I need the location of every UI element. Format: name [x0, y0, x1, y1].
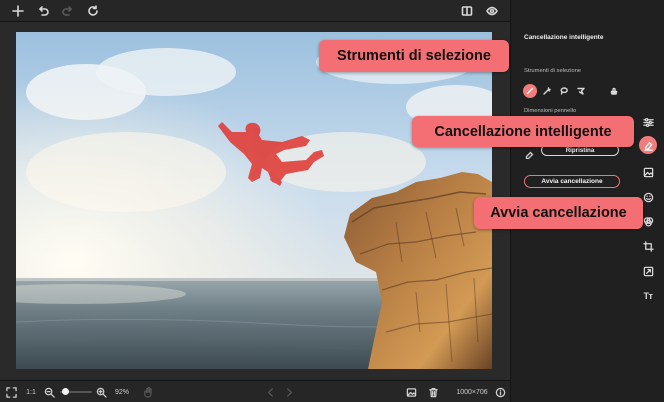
magic-wand-tool-button[interactable] — [540, 84, 554, 98]
polygon-lasso-tool-button[interactable] — [574, 84, 588, 98]
zoom-slider-knob[interactable] — [62, 388, 69, 395]
next-image-button[interactable] — [283, 384, 295, 400]
next-arrow-icon — [286, 387, 292, 397]
refresh-icon — [88, 5, 98, 16]
redo-button[interactable] — [59, 2, 77, 20]
cliff-jump-photo — [16, 32, 492, 369]
hand-icon — [143, 386, 152, 398]
eye-icon — [486, 6, 498, 16]
image-icon — [406, 387, 416, 397]
stamp-icon — [610, 87, 618, 95]
panel-title: Cancellazione intelligente — [524, 34, 604, 41]
smiley-icon — [643, 192, 653, 202]
magic-wand-icon — [543, 87, 551, 95]
sliders-icon — [642, 117, 654, 127]
zoom-out-button[interactable] — [43, 384, 55, 400]
bottom-toolbar: 1:1 92% 1000×706 — [0, 380, 510, 402]
text-tool-button[interactable]: Tт — [639, 287, 657, 305]
brush-icon — [526, 87, 534, 95]
info-button[interactable] — [494, 384, 506, 400]
zoom-in-icon — [96, 387, 107, 398]
eraser-small-icon — [525, 146, 534, 160]
callout-selection-tools-text: Strumenti di selezione — [337, 48, 491, 64]
canvas-area[interactable] — [0, 22, 510, 380]
polygon-lasso-icon — [577, 87, 585, 95]
pan-button[interactable] — [141, 384, 155, 400]
callout-start-erase: Avvia cancellazione — [474, 197, 643, 229]
fullscreen-icon — [5, 386, 17, 398]
prev-arrow-icon — [267, 387, 273, 397]
trash-icon — [428, 387, 438, 397]
zoom-out-icon — [44, 387, 55, 398]
adjust-tool-button[interactable] — [639, 113, 657, 131]
eraser-icon — [643, 141, 653, 151]
overlap-circles-icon — [643, 216, 653, 227]
compare-button[interactable] — [458, 2, 476, 20]
compare-icon — [461, 6, 473, 16]
callout-smart-erase: Cancellazione intelligente — [412, 116, 634, 147]
add-button[interactable] — [9, 2, 27, 20]
callout-smart-erase-text: Cancellazione intelligente — [434, 123, 612, 140]
callout-start-erase-text: Avvia cancellazione — [490, 205, 627, 221]
resize-icon — [643, 266, 653, 276]
undo-button[interactable] — [34, 2, 52, 20]
edited-photo[interactable] — [16, 32, 492, 369]
text-tool-icon: Tт — [643, 291, 653, 301]
resize-tool-button[interactable] — [639, 262, 657, 280]
callout-selection-tools: Strumenti di selezione — [319, 40, 509, 72]
image-button[interactable] — [404, 384, 418, 400]
brush-tool-button[interactable] — [523, 84, 537, 98]
selection-tools-label: Strumenti di selezione — [524, 68, 582, 74]
lasso-icon — [560, 87, 568, 95]
photo-icon — [643, 167, 653, 177]
image-tool-button[interactable] — [639, 163, 657, 181]
previous-image-button[interactable] — [264, 384, 276, 400]
zoom-in-button[interactable] — [95, 384, 107, 400]
crop-icon — [642, 240, 654, 252]
stamp-tool-button[interactable] — [607, 84, 621, 98]
reset-image-button[interactable] — [84, 2, 102, 20]
lasso-tool-button[interactable] — [557, 84, 571, 98]
crop-tool-button[interactable] — [639, 237, 657, 255]
start-erase-button[interactable]: Avvia cancellazione — [524, 175, 620, 188]
fit-screen-button[interactable] — [4, 384, 18, 400]
image-dimensions: 1000×706 — [456, 388, 488, 396]
undo-icon — [39, 6, 49, 16]
photo-editor-window: 1:1 92% 1000×706 Cancellazione intellige… — [0, 0, 664, 402]
delete-button[interactable] — [426, 384, 440, 400]
info-icon — [495, 387, 505, 397]
actual-size-button[interactable]: 1:1 — [24, 384, 38, 400]
redo-icon — [62, 6, 72, 16]
brush-size-label: Dimensioni pennello — [524, 108, 577, 114]
zoom-value: 92% — [114, 388, 129, 396]
preview-button[interactable] — [483, 2, 501, 20]
plus-icon — [12, 5, 24, 17]
smart-erase-tool-button[interactable] — [639, 136, 657, 154]
